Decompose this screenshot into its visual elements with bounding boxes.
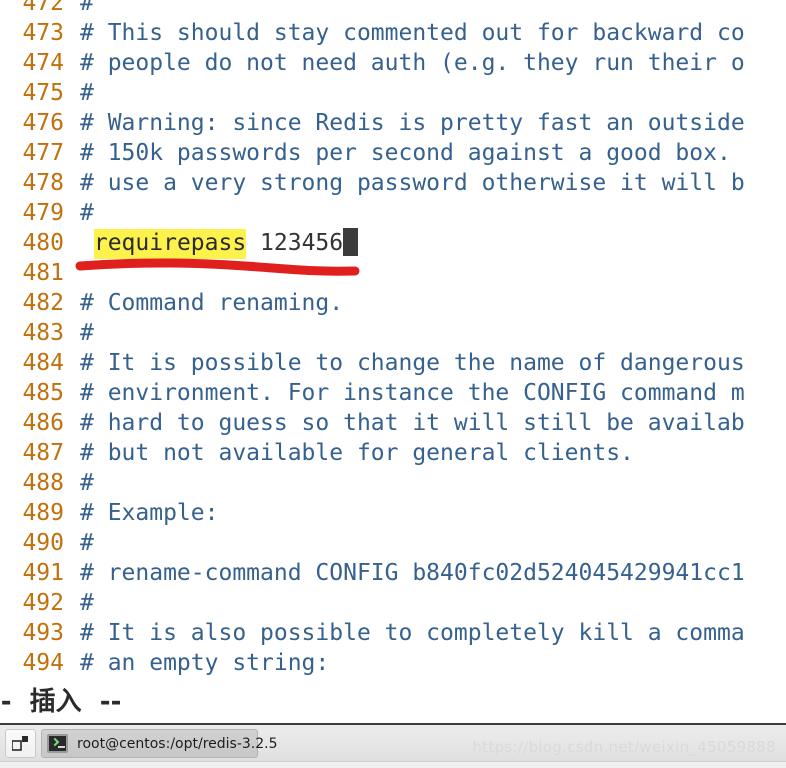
line-number: 475	[22, 80, 64, 106]
code-line[interactable]: 480 requirepass 123456	[0, 228, 786, 259]
line-number: 478	[22, 170, 64, 196]
line-number: 482	[22, 290, 64, 316]
line-number: 474	[22, 50, 64, 76]
line-number: 493	[22, 620, 64, 646]
terminal-icon	[47, 734, 68, 753]
line-number: 472	[22, 0, 64, 16]
line-number: 481	[22, 260, 64, 286]
code-line[interactable]: 486 # hard to guess so that it will still…	[0, 408, 786, 438]
show-desktop-button[interactable]	[5, 729, 36, 758]
code-line[interactable]: 481	[0, 258, 786, 288]
code-line[interactable]: 492 #	[0, 588, 786, 618]
screen: 472 #473 # This should stay commented out …	[0, 0, 786, 768]
code-line[interactable]: 472 #	[0, 0, 786, 18]
taskbar-window-label: root@centos:/opt/redis-3.2.5	[77, 735, 278, 752]
show-desktop-icon	[12, 736, 28, 751]
line-text: #	[80, 530, 94, 556]
line-text: # but not available for general clients.	[80, 440, 634, 466]
line-text: # environment. For instance the CONFIG c…	[80, 380, 745, 406]
vim-mode-statusline: -- 插入 --	[0, 681, 786, 723]
line-number: 486	[22, 410, 64, 436]
code-line[interactable]: 494 # an empty string:	[0, 648, 786, 678]
line-text: #	[80, 0, 94, 16]
line-text: # It is possible to change the name of d…	[80, 350, 745, 376]
requirepass-value: 123456	[260, 230, 344, 256]
taskbar-window-button[interactable]: root@centos:/opt/redis-3.2.5	[41, 729, 278, 758]
code-line[interactable]: 474 # people do not need auth (e.g. they …	[0, 48, 786, 78]
code-line[interactable]: 485 # environment. For instance the CONFI…	[0, 378, 786, 408]
text-cursor	[343, 228, 359, 256]
terminal-window[interactable]: 472 #473 # This should stay commented out …	[0, 0, 786, 723]
line-text: # people do not need auth (e.g. they run…	[80, 50, 745, 76]
line-number: 487	[22, 440, 64, 466]
line-number: 479	[22, 200, 64, 226]
line-text: #	[80, 470, 94, 496]
code-line[interactable]: 479 #	[0, 198, 786, 228]
line-text: # an empty string:	[80, 650, 330, 676]
line-number: 489	[22, 500, 64, 526]
code-line[interactable]: 482 # Command renaming.	[0, 288, 786, 318]
line-number: 485	[22, 380, 64, 406]
code-line[interactable]: 487 # but not available for general clien…	[0, 438, 786, 468]
line-text: # Example:	[80, 500, 219, 526]
code-line[interactable]: 491 # rename-command CONFIG b840fc02d5240…	[0, 558, 786, 588]
code-line[interactable]: 476 # Warning: since Redis is pretty fast…	[0, 108, 786, 138]
code-line[interactable]: 483 #	[0, 318, 786, 348]
watermark: https://blog.csdn.net/weixin_45059888	[472, 738, 776, 756]
code-line[interactable]: 489 # Example:	[0, 498, 786, 528]
code-line[interactable]: 488 #	[0, 468, 786, 498]
line-number: 494	[22, 650, 64, 676]
line-text: # use a very strong password otherwise i…	[80, 170, 745, 196]
line-text: #	[80, 80, 94, 106]
code-line[interactable]: 478 # use a very strong password otherwis…	[0, 168, 786, 198]
line-text: # Warning: since Redis is pretty fast an…	[80, 110, 745, 136]
code-line[interactable]: 493 # It is also possible to completely k…	[0, 618, 786, 648]
line-text: # rename-command CONFIG b840fc02d5240454…	[80, 560, 745, 586]
line-number: 490	[22, 530, 64, 556]
code-line[interactable]: 490 #	[0, 528, 786, 558]
code-line[interactable]: 473 # This should stay commented out for …	[0, 18, 786, 48]
line-text: # hard to guess so that it will still be…	[80, 410, 745, 436]
line-text: # 150k passwords per second against a go…	[80, 140, 731, 166]
line-number: 484	[22, 350, 64, 376]
line-number: 480	[22, 230, 64, 256]
code-line[interactable]: 475 #	[0, 78, 786, 108]
line-number: 483	[22, 320, 64, 346]
line-text: # This should stay commented out for bac…	[80, 20, 745, 46]
line-number: 491	[22, 560, 64, 586]
code-line[interactable]: 484 # It is possible to change the name o…	[0, 348, 786, 378]
screen-bottom-strip	[0, 761, 786, 768]
editor-code-area[interactable]: 472 #473 # This should stay commented out …	[0, 0, 786, 678]
line-text: #	[80, 200, 94, 226]
line-text: # Command renaming.	[80, 290, 344, 316]
line-number: 477	[22, 140, 64, 166]
line-text: requirepass 123456	[64, 228, 359, 259]
line-number: 492	[22, 590, 64, 616]
line-number: 488	[22, 470, 64, 496]
code-line[interactable]: 477 # 150k passwords per second against a…	[0, 138, 786, 168]
line-text: #	[80, 590, 94, 616]
search-highlight-requirepass: requirepass	[93, 229, 247, 259]
line-text: #	[80, 320, 94, 346]
line-number: 473	[22, 20, 64, 46]
line-text: # It is also possible to completely kill…	[80, 620, 745, 646]
line-number: 476	[22, 110, 64, 136]
